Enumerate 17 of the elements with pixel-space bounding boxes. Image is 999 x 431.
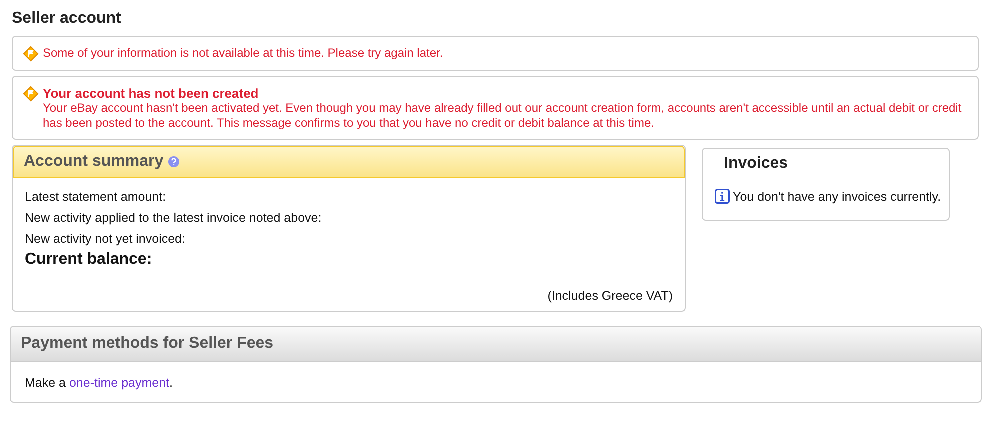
summary-line: Latest statement amount: [25, 190, 168, 204]
one-time-payment-link[interactable]: one-time payment [69, 376, 170, 390]
alert-text: Your eBay account hasn't been activated yet. Even though you may have already filled out our account creation form, accounts aren't accessible until an actual debit or credit has been posted to the account. This message confirms to you that you have no credit or debit balance at this time. [43, 101, 963, 131]
summary-line: New activity not yet invoiced: [25, 232, 186, 246]
invoices-message: You don't have any invoices currently. [733, 190, 942, 204]
payment-sentence: Make a one-time payment. [25, 376, 174, 390]
balance-label: Current balance: [25, 251, 154, 269]
info-icon [715, 189, 730, 204]
payment-title: Payment methods for Seller Fees [21, 335, 274, 352]
summary-title: Account summary [24, 153, 164, 171]
alert-text: Some of your information is not available at this time. Please try again later. [43, 46, 444, 61]
page-title: Seller account [12, 10, 122, 28]
invoices-title: Invoices [724, 155, 790, 173]
summary-line: New activity applied to the latest invoice noted above: [25, 211, 323, 225]
help-icon[interactable] [168, 156, 180, 168]
alert-title: Your account has not been created [43, 86, 260, 101]
vat-note: (Includes Greece VAT) [548, 289, 673, 303]
